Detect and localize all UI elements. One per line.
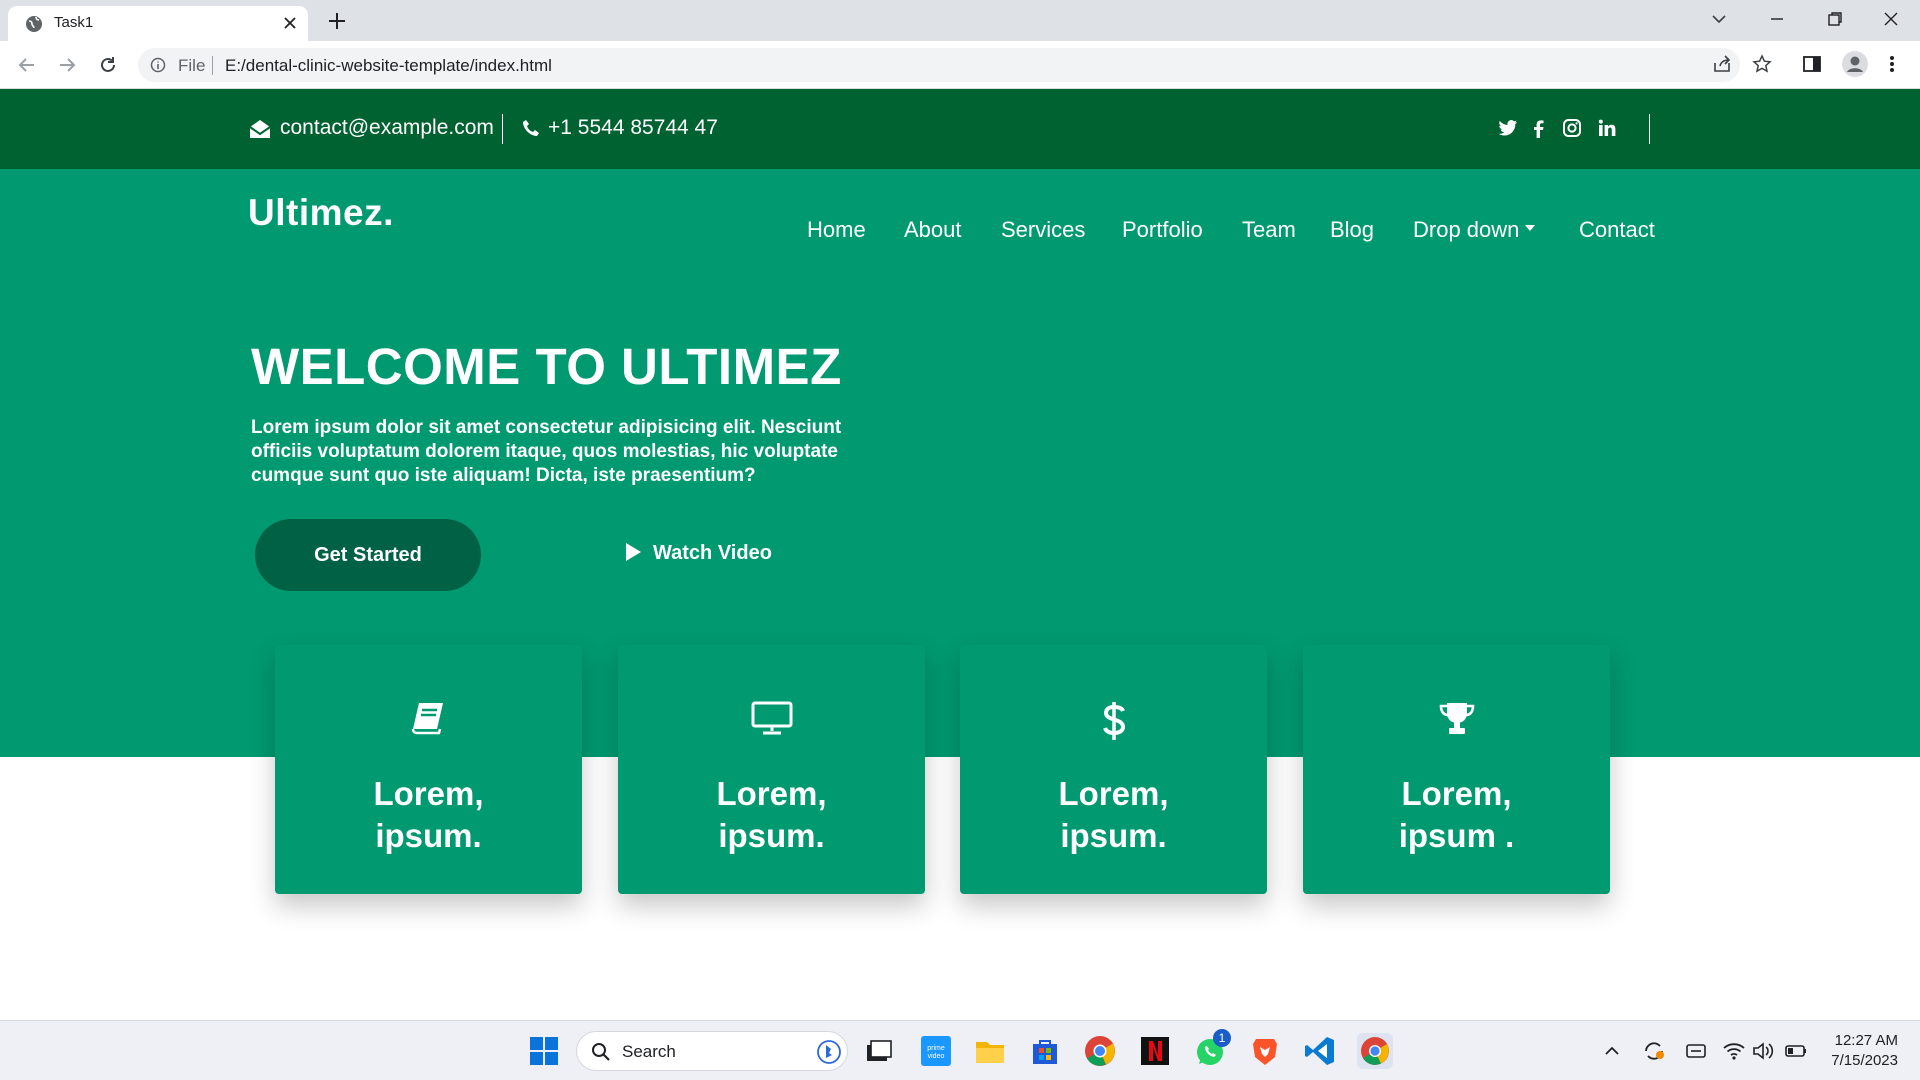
brave-icon[interactable]: [1247, 1033, 1283, 1069]
feature-card[interactable]: Lorem, ipsum .: [1303, 645, 1610, 894]
contact-email[interactable]: contact@example.com: [280, 116, 494, 140]
svg-text:prime: prime: [927, 1045, 945, 1052]
main-nav: Home About Services Portfolio Team Blog …: [0, 217, 1920, 247]
globe-icon: [25, 15, 43, 33]
close-tab-icon[interactable]: [283, 16, 297, 30]
chrome-icon[interactable]: [1082, 1033, 1118, 1069]
feature-card-title-line2: ipsum.: [1060, 817, 1167, 854]
whatsapp-badge: 1: [1213, 1029, 1231, 1047]
restore-icon[interactable]: [1826, 10, 1844, 28]
side-panel-icon[interactable]: [1802, 54, 1822, 74]
monitor-icon: [618, 701, 925, 735]
taskbar-search[interactable]: Search: [576, 1031, 848, 1071]
linkedin-icon[interactable]: [1598, 119, 1616, 137]
nav-about[interactable]: About: [904, 217, 962, 243]
omnibox-divider: [212, 56, 213, 75]
svg-text:video: video: [928, 1053, 945, 1060]
taskbar-search-label: Search: [622, 1042, 676, 1061]
file-explorer-icon[interactable]: [972, 1033, 1008, 1069]
play-icon: [626, 543, 641, 561]
nav-dropdown-label: Drop down: [1413, 217, 1520, 242]
book-icon: [275, 701, 582, 735]
feature-card-title: Lorem, ipsum.: [618, 773, 925, 857]
browser-tab-strip: Task1: [0, 0, 1920, 41]
feature-card-title-line2: ipsum.: [718, 817, 825, 854]
wifi-icon[interactable]: [1720, 1033, 1748, 1069]
browser-tab[interactable]: Task1: [8, 6, 308, 41]
nav-team[interactable]: Team: [1242, 217, 1296, 243]
keyboard-layout-icon[interactable]: [1682, 1033, 1710, 1069]
url-scheme-label: File: [178, 56, 206, 75]
get-started-button[interactable]: Get Started: [255, 519, 481, 591]
info-icon[interactable]: [150, 57, 166, 73]
feature-card-title: Lorem, ipsum.: [960, 773, 1267, 857]
share-icon[interactable]: [1712, 54, 1732, 74]
profile-avatar-icon[interactable]: [1842, 51, 1868, 77]
back-icon[interactable]: [16, 54, 38, 76]
feature-card[interactable]: Lorem, ipsum.: [275, 645, 582, 894]
contact-topbar: contact@example.com +1 5544 85744 47: [0, 89, 1920, 169]
task-view-icon[interactable]: [860, 1033, 896, 1069]
trophy-icon: [1303, 701, 1610, 737]
clock-time: 12:27 AM: [1834, 1032, 1898, 1049]
feature-card-title-line2: ipsum.: [375, 817, 482, 854]
forward-icon[interactable]: [56, 54, 78, 76]
microsoft-store-icon[interactable]: [1027, 1033, 1063, 1069]
feature-card-title: Lorem, ipsum .: [1303, 773, 1610, 857]
menu-kebab-icon[interactable]: [1888, 54, 1896, 74]
nav-home[interactable]: Home: [807, 217, 866, 243]
sync-icon[interactable]: [1640, 1033, 1668, 1069]
phone-icon: [522, 119, 540, 137]
browser-toolbar: File E:/dental-clinic-website-template/i…: [0, 41, 1920, 89]
volume-icon[interactable]: [1750, 1033, 1776, 1069]
feature-card[interactable]: Lorem, ipsum.: [960, 645, 1267, 894]
windows-taskbar: Search prime video 1 12:27 AM 7/15/2023: [0, 1020, 1920, 1080]
envelope-open-icon: [249, 119, 271, 139]
hero-description: Lorem ipsum dolor sit amet consectetur a…: [251, 417, 842, 486]
address-bar[interactable]: File E:/dental-clinic-website-template/i…: [138, 48, 1740, 82]
feature-card[interactable]: Lorem, ipsum.: [618, 645, 925, 894]
feature-card-title: Lorem, ipsum.: [275, 773, 582, 857]
feature-card-title-line2: ipsum .: [1398, 817, 1515, 854]
contact-phone[interactable]: +1 5544 85744 47: [548, 116, 718, 140]
nav-dropdown[interactable]: Drop down: [1413, 217, 1536, 243]
feature-card-title-line1: Lorem,: [373, 775, 484, 812]
topbar-divider: [502, 114, 503, 144]
tab-title: Task1: [54, 14, 94, 31]
windows-start-icon[interactable]: [526, 1033, 562, 1069]
nav-blog[interactable]: Blog: [1330, 217, 1374, 243]
chrome-active-icon[interactable]: [1357, 1033, 1393, 1069]
feature-card-title-line1: Lorem,: [1401, 775, 1512, 812]
netflix-icon[interactable]: [1137, 1033, 1173, 1069]
caret-down-icon: [1525, 225, 1536, 232]
prime-video-icon[interactable]: prime video: [918, 1033, 954, 1069]
close-window-icon[interactable]: [1882, 10, 1900, 28]
search-icon: [591, 1042, 611, 1062]
feature-card-title-line1: Lorem,: [716, 775, 827, 812]
dollar-icon: [960, 701, 1267, 741]
watch-video-label: Watch Video: [653, 542, 772, 564]
hero-title: WELCOME TO ULTIMEZ: [251, 338, 842, 395]
nav-services[interactable]: Services: [1001, 217, 1085, 243]
twitter-icon[interactable]: [1498, 119, 1518, 137]
nav-portfolio[interactable]: Portfolio: [1122, 217, 1203, 243]
tab-search-chevron-icon[interactable]: [1710, 10, 1728, 28]
clock-date: 7/15/2023: [1831, 1052, 1898, 1069]
facebook-icon[interactable]: [1533, 119, 1544, 138]
bing-icon[interactable]: [817, 1040, 841, 1064]
url-text[interactable]: E:/dental-clinic-website-template/index.…: [225, 56, 552, 76]
feature-card-title-line1: Lorem,: [1058, 775, 1169, 812]
taskbar-clock[interactable]: 12:27 AM 7/15/2023: [1818, 1031, 1898, 1071]
minimize-icon[interactable]: [1768, 10, 1786, 28]
bookmark-star-icon[interactable]: [1752, 54, 1772, 74]
nav-contact[interactable]: Contact: [1579, 217, 1655, 243]
battery-icon[interactable]: [1782, 1033, 1810, 1069]
instagram-icon[interactable]: [1563, 119, 1581, 137]
chevron-up-icon[interactable]: [1600, 1033, 1624, 1069]
vscode-icon[interactable]: [1302, 1033, 1338, 1069]
new-tab-icon[interactable]: [326, 10, 348, 32]
watch-video-button[interactable]: Watch Video: [626, 542, 772, 565]
reload-icon[interactable]: [97, 54, 119, 76]
topbar-divider-right: [1649, 114, 1650, 144]
